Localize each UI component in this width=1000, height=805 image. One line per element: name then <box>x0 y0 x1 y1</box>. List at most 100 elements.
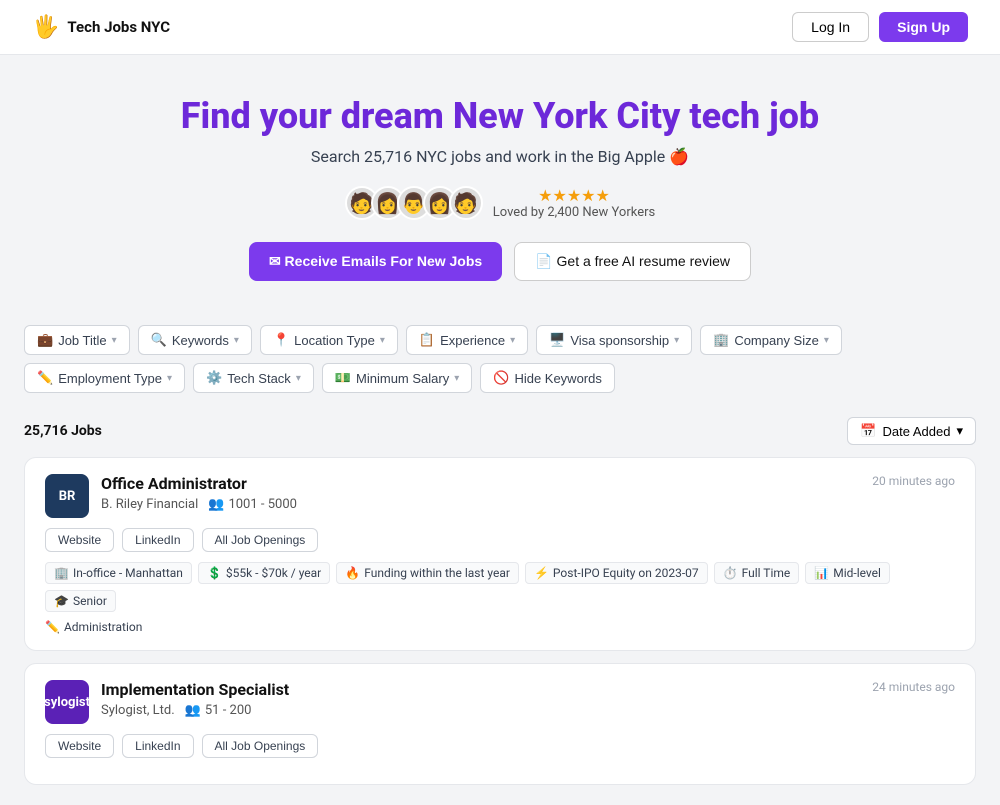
category-icon: ✏️ <box>45 620 60 634</box>
tag-text: Senior <box>73 594 107 608</box>
filter-icon: 💵 <box>335 370 351 386</box>
filter-row-1: 💼Job Title▾🔍Keywords▾📍Location Type▾📋Exp… <box>24 325 976 355</box>
filter-button[interactable]: 💵Minimum Salary▾ <box>322 363 472 393</box>
filter-label: Hide Keywords <box>514 371 601 386</box>
filter-row-2: ✏️Employment Type▾⚙️Tech Stack▾💵Minimum … <box>24 363 976 393</box>
job-tag: 🔥Funding within the last year <box>336 562 519 584</box>
job-card: sylogist Implementation Specialist Sylog… <box>24 663 976 785</box>
filter-button[interactable]: 🔍 Keywords ▾ <box>138 325 252 355</box>
results-header: 25,716 Jobs 📅 Date Added ▾ <box>24 417 976 445</box>
company-info: B. Riley Financial 👥 1001 - 5000 <box>101 497 297 512</box>
job-link-button[interactable]: All Job Openings <box>202 734 319 758</box>
category-text: Administration <box>64 620 142 634</box>
filter-button[interactable]: 🚫Hide Keywords <box>480 363 615 393</box>
job-links: Website LinkedIn All Job Openings <box>45 528 955 552</box>
job-card: BR Office Administrator B. Riley Financi… <box>24 457 976 651</box>
job-tags: 🏢 In-office - Manhattan 💲$55k - $70k / yea… <box>45 562 955 612</box>
job-time: 24 minutes ago <box>872 680 955 694</box>
tag-text: Full Time <box>742 566 791 580</box>
filter-label: Experience <box>440 333 505 348</box>
job-tag: 💲$55k - $70k / year <box>198 562 330 584</box>
filter-button[interactable]: 💼 Job Title ▾ <box>24 325 130 355</box>
filter-icon: 📋 <box>419 332 435 348</box>
receive-emails-button[interactable]: ✉ Receive Emails For New Jobs <box>249 242 502 281</box>
filter-arrow-icon: ▾ <box>167 373 172 384</box>
login-button[interactable]: Log In <box>792 12 869 42</box>
filter-arrow-icon: ▾ <box>510 335 515 346</box>
job-link-button[interactable]: Website <box>45 528 114 552</box>
results-count: 25,716 Jobs <box>24 423 102 439</box>
company-size-value: 51 - 200 <box>205 703 252 718</box>
job-card-left: BR Office Administrator B. Riley Financi… <box>45 474 297 518</box>
company-size: 👥 51 - 200 <box>185 703 252 718</box>
hero-cta-group: ✉ Receive Emails For New Jobs 📄 Get a fr… <box>20 242 980 281</box>
sort-arrow-icon: ▾ <box>956 423 963 439</box>
avatar: 🧑 <box>449 186 483 220</box>
filter-arrow-icon: ▾ <box>296 373 301 384</box>
filter-arrow-icon: ▾ <box>234 335 239 346</box>
filter-button[interactable]: 📍Location Type▾ <box>260 325 398 355</box>
filter-button[interactable]: 📋 Experience ▾ <box>406 325 528 355</box>
company-name: B. Riley Financial <box>101 497 198 512</box>
sort-icon: 📅 <box>860 423 876 439</box>
job-title: Office Administrator <box>101 474 297 493</box>
filter-label: Company Size <box>734 333 819 348</box>
job-tag: ⏱️Full Time <box>714 562 800 584</box>
company-logo: BR <box>45 474 89 518</box>
job-tag: 📊Mid-level <box>805 562 890 584</box>
job-category-tag: ✏️ Administration <box>45 620 142 634</box>
tag-text: Post-IPO Equity on 2023-07 <box>553 566 699 580</box>
tag-text: In-office - Manhattan <box>73 566 183 580</box>
filter-icon: 🔍 <box>151 332 167 348</box>
company-size-icon: 👥 <box>185 703 201 718</box>
job-links: Website LinkedIn All Job Openings <box>45 734 955 758</box>
filter-button[interactable]: 🏢Company Size▾ <box>700 325 842 355</box>
header: 🖐️ Tech Jobs NYC Log In Sign Up <box>0 0 1000 55</box>
results-section: 25,716 Jobs 📅 Date Added ▾ BR Office Adm… <box>0 409 1000 805</box>
job-tag: 🏢 In-office - Manhattan <box>45 562 192 584</box>
filter-label: Location Type <box>294 333 375 348</box>
hero-title: Find your dream New York City tech job <box>20 95 980 137</box>
filter-button[interactable]: ✏️Employment Type▾ <box>24 363 185 393</box>
job-time: 20 minutes ago <box>872 474 955 488</box>
header-buttons: Log In Sign Up <box>792 12 968 42</box>
tag-text: $55k - $70k / year <box>226 566 321 580</box>
avatar-group: 🧑👩👨👩🧑 <box>345 186 483 220</box>
company-size-icon: 👥 <box>208 497 224 512</box>
tag-icon: 🏢 <box>54 566 69 580</box>
job-card-left: sylogist Implementation Specialist Sylog… <box>45 680 289 724</box>
job-title: Implementation Specialist <box>101 680 289 699</box>
company-logo: sylogist <box>45 680 89 724</box>
filter-arrow-icon: ▾ <box>380 335 385 346</box>
sort-button[interactable]: 📅 Date Added ▾ <box>847 417 976 445</box>
filter-button[interactable]: 🖥️Visa sponsorship▾ <box>536 325 692 355</box>
hero-social-proof: 🧑👩👨👩🧑 ★★★★★ Loved by 2,400 New Yorkers <box>20 186 980 220</box>
filter-arrow-icon: ▾ <box>674 335 679 346</box>
filter-arrow-icon: ▾ <box>824 335 829 346</box>
job-link-button[interactable]: Website <box>45 734 114 758</box>
filter-label: Employment Type <box>58 371 162 386</box>
filter-icon: ⚙️ <box>206 370 222 386</box>
logo-text: Tech Jobs NYC <box>67 18 170 36</box>
hero-section: Find your dream New York City tech job S… <box>0 55 1000 325</box>
job-categories: ✏️ Administration <box>45 620 955 634</box>
tag-icon: 🔥 <box>345 566 360 580</box>
company-size-value: 1001 - 5000 <box>228 497 297 512</box>
job-link-button[interactable]: LinkedIn <box>122 734 193 758</box>
filter-label: Job Title <box>58 333 106 348</box>
filters-section: 💼Job Title▾🔍Keywords▾📍Location Type▾📋Exp… <box>0 325 1000 409</box>
filter-arrow-icon: ▾ <box>112 335 117 346</box>
tag-text: Mid-level <box>833 566 881 580</box>
ai-resume-button[interactable]: 📄 Get a free AI resume review <box>514 242 751 281</box>
job-link-button[interactable]: All Job Openings <box>202 528 319 552</box>
filter-icon: 💼 <box>37 332 53 348</box>
filter-button[interactable]: ⚙️Tech Stack▾ <box>193 363 314 393</box>
job-card-top: BR Office Administrator B. Riley Financi… <box>45 474 955 518</box>
filter-arrow-icon: ▾ <box>454 373 459 384</box>
company-name: Sylogist, Ltd. <box>101 703 175 718</box>
job-tag: ⚡Post-IPO Equity on 2023-07 <box>525 562 708 584</box>
signup-button[interactable]: Sign Up <box>879 12 968 42</box>
hero-subtitle: Search 25,716 NYC jobs and work in the B… <box>20 147 980 166</box>
job-link-button[interactable]: LinkedIn <box>122 528 193 552</box>
filter-label: Keywords <box>172 333 229 348</box>
